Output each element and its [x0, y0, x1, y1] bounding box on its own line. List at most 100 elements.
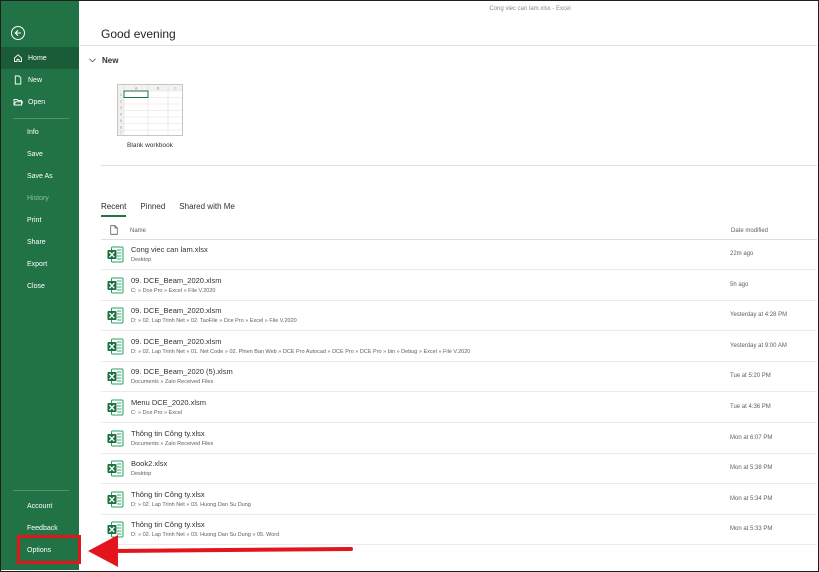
backstage-sidebar: Home New Open Info Save Save As History …	[1, 1, 79, 570]
sidebar-item-label: History	[27, 194, 49, 202]
sidebar-item-save[interactable]: Save	[1, 143, 79, 165]
sidebar-item-save-as[interactable]: Save As	[1, 165, 79, 187]
excel-file-icon	[107, 338, 124, 355]
file-path: Desktop	[131, 257, 152, 263]
sidebar-item-export[interactable]: Export	[1, 253, 79, 275]
file-path: D: » 02. Lap Trinh Net » 02. TaoFile » D…	[131, 318, 297, 325]
tab-recent[interactable]: Recent	[101, 202, 127, 217]
file-path: C: » Dce Pro » Excel » File V.2020	[131, 287, 216, 294]
svg-text:5: 5	[120, 119, 122, 123]
annotation-highlight-box	[17, 535, 81, 564]
page-title: Good evening	[101, 27, 176, 41]
spreadsheet-grid-icon: ABC 1234 567	[118, 85, 182, 135]
template-label: Blank workbook	[127, 142, 173, 149]
divider	[101, 165, 817, 166]
file-date-modified: Yesterday at 9:00 AM	[730, 342, 787, 349]
file-row[interactable]: Thông tin Công ty.xlsx D: » 02. Lap Trinh…	[101, 485, 817, 515]
file-path: Desktop	[131, 471, 152, 478]
sidebar-item-label: Feedback	[27, 524, 58, 532]
file-name: 09. DCE_Beam_2020.xlsm	[131, 336, 222, 346]
excel-file-icon	[107, 368, 124, 385]
sidebar-item-label: Save As	[27, 172, 53, 180]
tab-pinned[interactable]: Pinned	[140, 202, 165, 217]
sidebar-item-label: Export	[27, 260, 48, 268]
sidebar-item-close[interactable]: Close	[1, 275, 79, 297]
file-tabs: Recent Pinned Shared with Me	[101, 202, 249, 217]
svg-text:2: 2	[120, 100, 122, 104]
chevron-down-icon	[89, 58, 96, 63]
file-date-modified: Mon at 5:34 PM	[730, 495, 773, 502]
sidebar-item-print[interactable]: Print	[1, 209, 79, 231]
file-row[interactable]: 09. DCE_Beam_2020.xlsm D: » 02. Lap Trinh…	[101, 301, 817, 332]
svg-text:1: 1	[120, 93, 122, 97]
sidebar-item-account[interactable]: Account	[1, 495, 79, 517]
sidebar-item-share[interactable]: Share	[1, 231, 79, 253]
file-path: D: » 02. Lap Trinh Net » 03. Huong Dan S…	[131, 501, 251, 508]
excel-file-icon	[107, 277, 124, 294]
file-date-modified: Mon at 6:07 PM	[730, 434, 773, 441]
sidebar-item-label: Home	[28, 54, 47, 62]
sidebar-item-new[interactable]: New	[1, 69, 79, 91]
column-header-date-modified[interactable]: Date modified	[731, 228, 768, 234]
file-date-modified: Mon at 5:33 PM	[730, 526, 773, 533]
sidebar-item-history: History	[1, 187, 79, 209]
file-row[interactable]: Cong viec can lam.xlsx Desktop 22m ago	[101, 240, 817, 270]
file-path: D: » 02. Lap Trinh Net » 01. Net Code » …	[131, 348, 471, 355]
file-name: 09. DCE_Beam_2020.xlsm	[131, 306, 222, 316]
sidebar-divider	[13, 490, 69, 491]
file-name: 09. DCE_Beam_2020.xlsm	[131, 275, 222, 285]
file-row[interactable]: Menu DCE_2020.xlsm C: » Dce Pro » Excel Tu…	[101, 393, 817, 423]
window-title: Cong viec can lam.xlsx - Excel	[489, 6, 571, 12]
excel-file-icon	[107, 246, 124, 263]
file-name: Book2.xlsx	[131, 459, 168, 469]
back-arrow-icon[interactable]	[11, 26, 25, 40]
file-row[interactable]: Thông tin Công ty.xlsx Documents » Zalo R…	[101, 424, 817, 454]
column-header-name[interactable]: Name	[130, 228, 146, 234]
sidebar-item-info[interactable]: Info	[1, 121, 79, 143]
file-row[interactable]: 09. DCE_Beam_2020 (5).xlsm Documents » Za…	[101, 362, 817, 393]
file-date-modified: Tue at 4:36 PM	[730, 404, 771, 410]
sidebar-divider	[13, 118, 69, 119]
svg-text:7: 7	[120, 131, 122, 135]
sidebar-item-open[interactable]: Open	[1, 91, 79, 113]
file-path: Documents » Zalo Received Files	[131, 379, 214, 386]
file-date-modified: Mon at 5:38 PM	[730, 465, 773, 472]
file-list-header: Name Date modified	[101, 224, 817, 240]
file-path: C: » Dce Pro » Excel	[131, 410, 183, 416]
svg-text:4: 4	[120, 113, 122, 117]
tab-shared-with-me[interactable]: Shared with Me	[179, 202, 235, 217]
sidebar-item-label: Save	[27, 150, 43, 158]
file-row[interactable]: 09. DCE_Beam_2020.xlsm D: » 02. Lap Trinh…	[101, 332, 817, 362]
sidebar-item-home[interactable]: Home	[1, 47, 79, 69]
blank-workbook-template[interactable]: ABC 1234 567	[117, 84, 183, 136]
excel-file-icon	[107, 491, 124, 508]
excel-file-icon	[107, 307, 124, 324]
file-name: Menu DCE_2020.xlsm	[131, 398, 207, 407]
sidebar-item-label: Account	[27, 502, 53, 510]
home-icon	[14, 54, 22, 62]
file-date-modified: Tue at 5:20 PM	[730, 373, 771, 380]
file-name: Thông tin Công ty.xlsx	[131, 428, 205, 438]
file-row[interactable]: 09. DCE_Beam_2020.xlsm C: » Dce Pro » Exc…	[101, 271, 817, 301]
new-section-header[interactable]: New	[89, 56, 118, 65]
new-section-title: New	[102, 56, 119, 65]
file-row[interactable]: Book2.xlsx Desktop Mon at 5:38 PM	[101, 454, 817, 485]
file-date-modified: 22m ago	[730, 251, 754, 257]
file-name: Thông tin Công ty.xlsx	[131, 520, 205, 530]
sidebar-item-label: Share	[27, 238, 46, 246]
divider	[80, 45, 817, 46]
sidebar-item-label: Info	[27, 128, 39, 136]
file-date-modified: Yesterday at 4:28 PM	[730, 312, 788, 319]
annotation-arrow-icon	[88, 535, 353, 567]
document-icon	[110, 225, 118, 235]
file-name: 09. DCE_Beam_2020 (5).xlsm	[131, 367, 233, 377]
new-doc-icon	[14, 75, 22, 85]
folder-open-icon	[13, 99, 23, 106]
file-name: Cong viec can lam.xlsx	[131, 245, 208, 254]
file-name: Thông tin Công ty.xlsx	[131, 489, 205, 499]
excel-file-icon	[107, 460, 124, 477]
file-path: Documents » Zalo Received Files	[131, 440, 214, 447]
sidebar-item-label: Print	[27, 216, 42, 224]
sidebar-item-label: New	[28, 76, 43, 84]
file-date-modified: 5h ago	[730, 281, 749, 288]
